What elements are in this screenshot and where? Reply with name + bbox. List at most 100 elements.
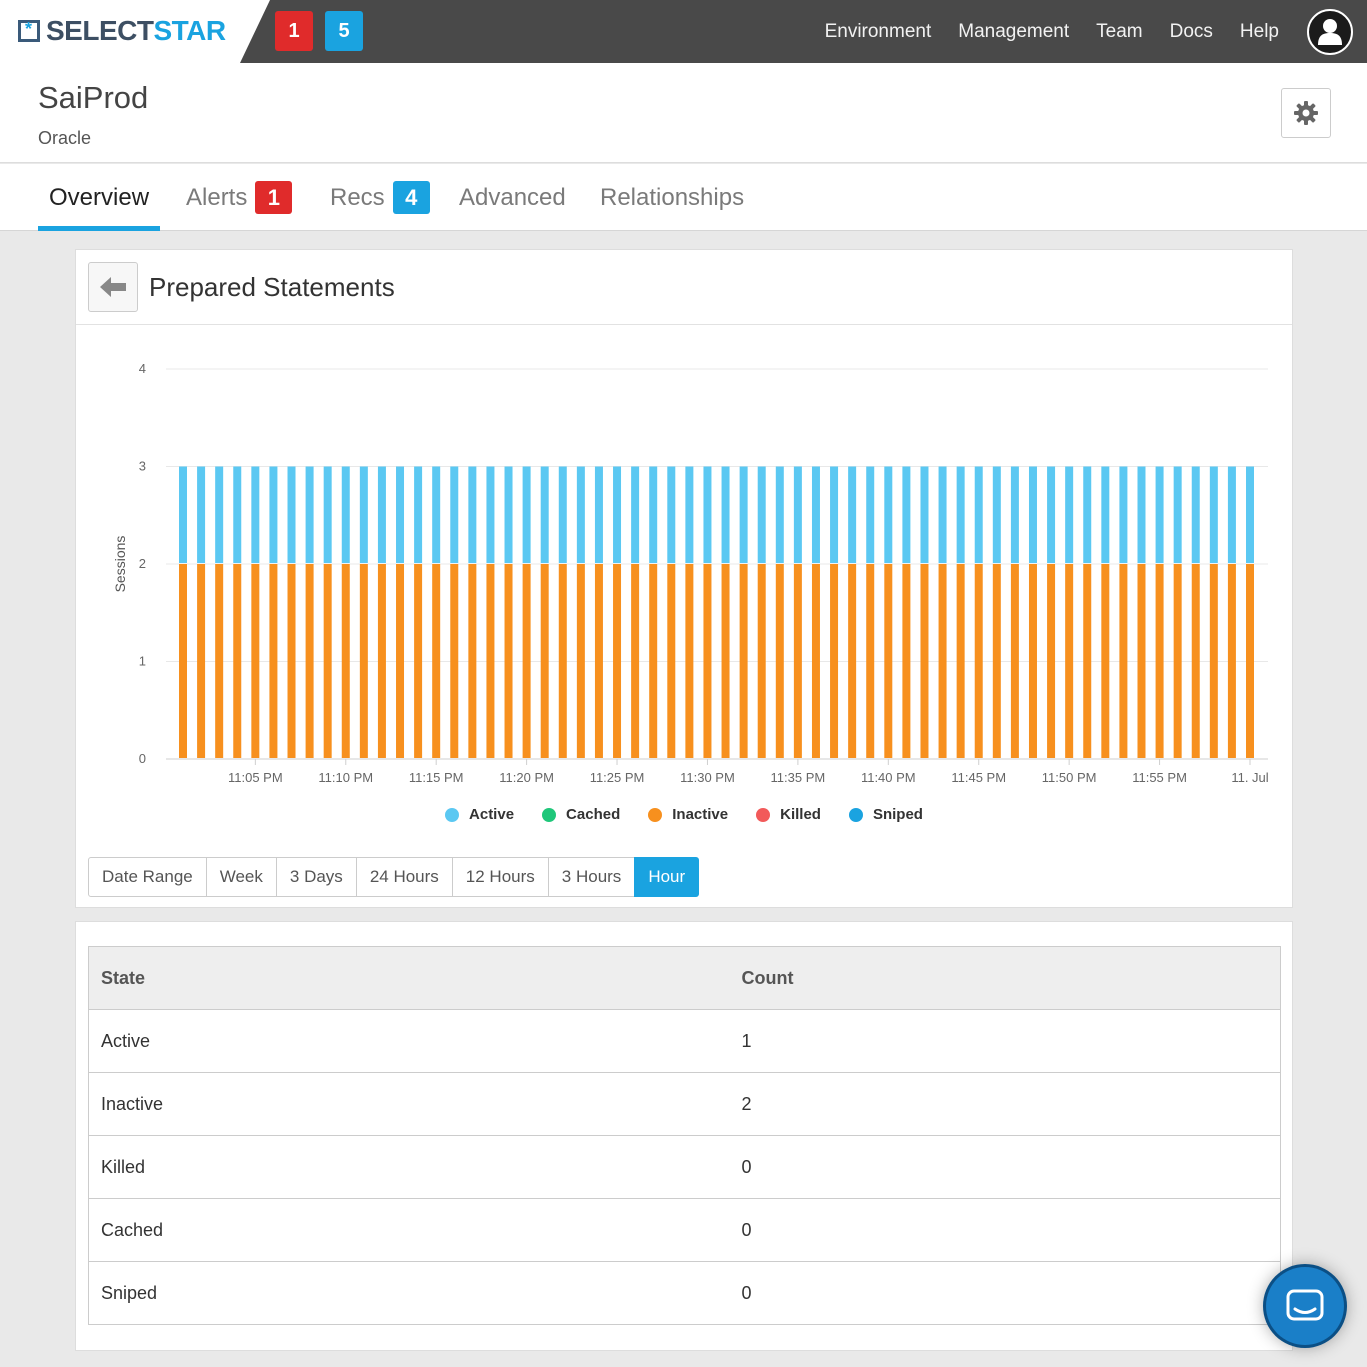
- tab-advanced[interactable]: Advanced: [459, 164, 566, 231]
- bar-active: [902, 466, 911, 563]
- user-menu-button[interactable]: [1307, 9, 1353, 55]
- bar-active: [1047, 466, 1056, 563]
- tab-overview-label: Overview: [49, 183, 150, 211]
- legend-item-active[interactable]: Active: [445, 806, 514, 823]
- legend-item-sniped[interactable]: Sniped: [848, 806, 923, 823]
- bar-active: [251, 466, 260, 563]
- bar-inactive: [504, 564, 513, 758]
- bar-active: [1119, 466, 1128, 563]
- y-tick-label: 2: [139, 556, 146, 571]
- range-button-24-hours[interactable]: 24 Hours: [355, 857, 453, 897]
- bar-active: [1101, 466, 1110, 563]
- bar-inactive: [377, 564, 386, 758]
- legend-item-cached[interactable]: Cached: [542, 806, 620, 823]
- tab-relationships[interactable]: Relationships: [600, 164, 744, 231]
- range-button-date-range[interactable]: Date Range: [88, 857, 207, 897]
- range-button-12-hours[interactable]: 12 Hours: [451, 857, 549, 897]
- bar-active: [938, 466, 947, 563]
- bar-inactive: [1010, 564, 1019, 758]
- logo-area: SELECTSTAR: [0, 0, 270, 63]
- bar-active: [757, 466, 766, 563]
- bar-inactive: [1209, 564, 1218, 758]
- range-button-week[interactable]: Week: [205, 857, 277, 897]
- bar-active: [793, 466, 802, 563]
- bar-active: [594, 466, 603, 563]
- tab-alerts-label: Alerts: [186, 183, 248, 211]
- bar-active: [486, 466, 495, 563]
- state-count-table: State Count Active 1 Inactive 2 Killed 0…: [88, 946, 1281, 1325]
- bar-active: [269, 466, 278, 563]
- range-button-3-days[interactable]: 3 Days: [275, 857, 357, 897]
- row-state: Killed: [88, 1135, 730, 1199]
- bar-inactive: [1137, 564, 1146, 758]
- bar-active: [920, 466, 929, 563]
- bar-inactive: [323, 564, 332, 758]
- bar-inactive: [1047, 564, 1056, 758]
- bar-inactive: [341, 564, 350, 758]
- bar-inactive: [396, 564, 405, 758]
- x-tick-label: 11:50 PM: [1042, 770, 1097, 785]
- bar-inactive: [251, 564, 260, 758]
- settings-button[interactable]: [1281, 88, 1331, 138]
- bar-inactive: [305, 564, 314, 758]
- x-tick-label: 11:15 PM: [409, 770, 464, 785]
- nav-help[interactable]: Help: [1240, 21, 1279, 43]
- row-count: 0: [729, 1261, 1281, 1325]
- x-tick-label: 11:35 PM: [771, 770, 826, 785]
- bar-inactive: [432, 564, 441, 758]
- bar-inactive: [450, 564, 459, 758]
- tab-alerts[interactable]: Alerts 1: [186, 164, 293, 231]
- recs-count-badge[interactable]: 5: [325, 11, 363, 51]
- back-button[interactable]: [88, 262, 138, 312]
- state-count-card: State Count Active 1 Inactive 2 Killed 0…: [75, 921, 1293, 1351]
- bar-active: [305, 466, 314, 563]
- top-navigation-bar: SELECTSTAR 1 5 Environment Management Te…: [0, 0, 1367, 63]
- bar-active: [1137, 466, 1146, 563]
- legend-item-killed[interactable]: Killed: [756, 806, 821, 823]
- bar-inactive: [197, 564, 206, 758]
- arrow-left-icon: [100, 277, 126, 297]
- legend-item-inactive[interactable]: Inactive: [648, 806, 728, 823]
- selectstar-logo[interactable]: SELECTSTAR: [18, 14, 226, 48]
- legend-label: Inactive: [672, 806, 729, 823]
- tab-bar: Overview Alerts 1 Recs 4 Advanced Relati…: [0, 164, 1367, 231]
- chat-launcher-button[interactable]: [1266, 1267, 1344, 1345]
- bar-inactive: [1028, 564, 1037, 758]
- nav-docs[interactable]: Docs: [1170, 21, 1213, 43]
- bar-inactive: [1083, 564, 1092, 758]
- bar-active: [721, 466, 730, 563]
- bar-active: [1010, 466, 1019, 563]
- bar-inactive: [269, 564, 278, 758]
- tab-overview[interactable]: Overview: [37, 164, 161, 231]
- legend-label: Killed: [780, 806, 821, 823]
- prepared-statements-card: Prepared Statements 0 1 2 3 4 Sessions 11:05 P…: [75, 249, 1293, 908]
- bar-active: [233, 466, 242, 563]
- bar-active: [540, 466, 549, 563]
- alerts-count-badge[interactable]: 1: [275, 11, 313, 51]
- x-tick-label: 11:05 PM: [228, 770, 283, 785]
- range-button-hour[interactable]: Hour: [634, 857, 700, 897]
- bar-active: [1155, 466, 1164, 563]
- tab-recs[interactable]: Recs 4: [330, 164, 430, 231]
- legend-label: Cached: [566, 806, 621, 823]
- bar-inactive: [1065, 564, 1074, 758]
- bar-active: [522, 466, 531, 563]
- bar-active: [341, 466, 350, 563]
- bar-inactive: [884, 564, 893, 758]
- nav-management[interactable]: Management: [958, 21, 1069, 43]
- table-row: Sniped 0: [88, 1261, 1281, 1325]
- bar-inactive: [1227, 564, 1236, 758]
- y-tick-label: 1: [139, 654, 146, 669]
- bar-inactive: [775, 564, 784, 758]
- bar-inactive: [359, 564, 368, 758]
- nav-team[interactable]: Team: [1096, 21, 1142, 43]
- legend-dot-icon: [648, 807, 663, 822]
- nav-environment[interactable]: Environment: [825, 21, 932, 43]
- bar-active: [1209, 466, 1218, 563]
- bar-inactive: [992, 564, 1001, 758]
- bar-active: [197, 466, 206, 563]
- legend-label: Active: [469, 806, 515, 823]
- bar-active: [377, 466, 386, 563]
- bar-inactive: [902, 564, 911, 758]
- range-button-3-hours[interactable]: 3 Hours: [547, 857, 636, 897]
